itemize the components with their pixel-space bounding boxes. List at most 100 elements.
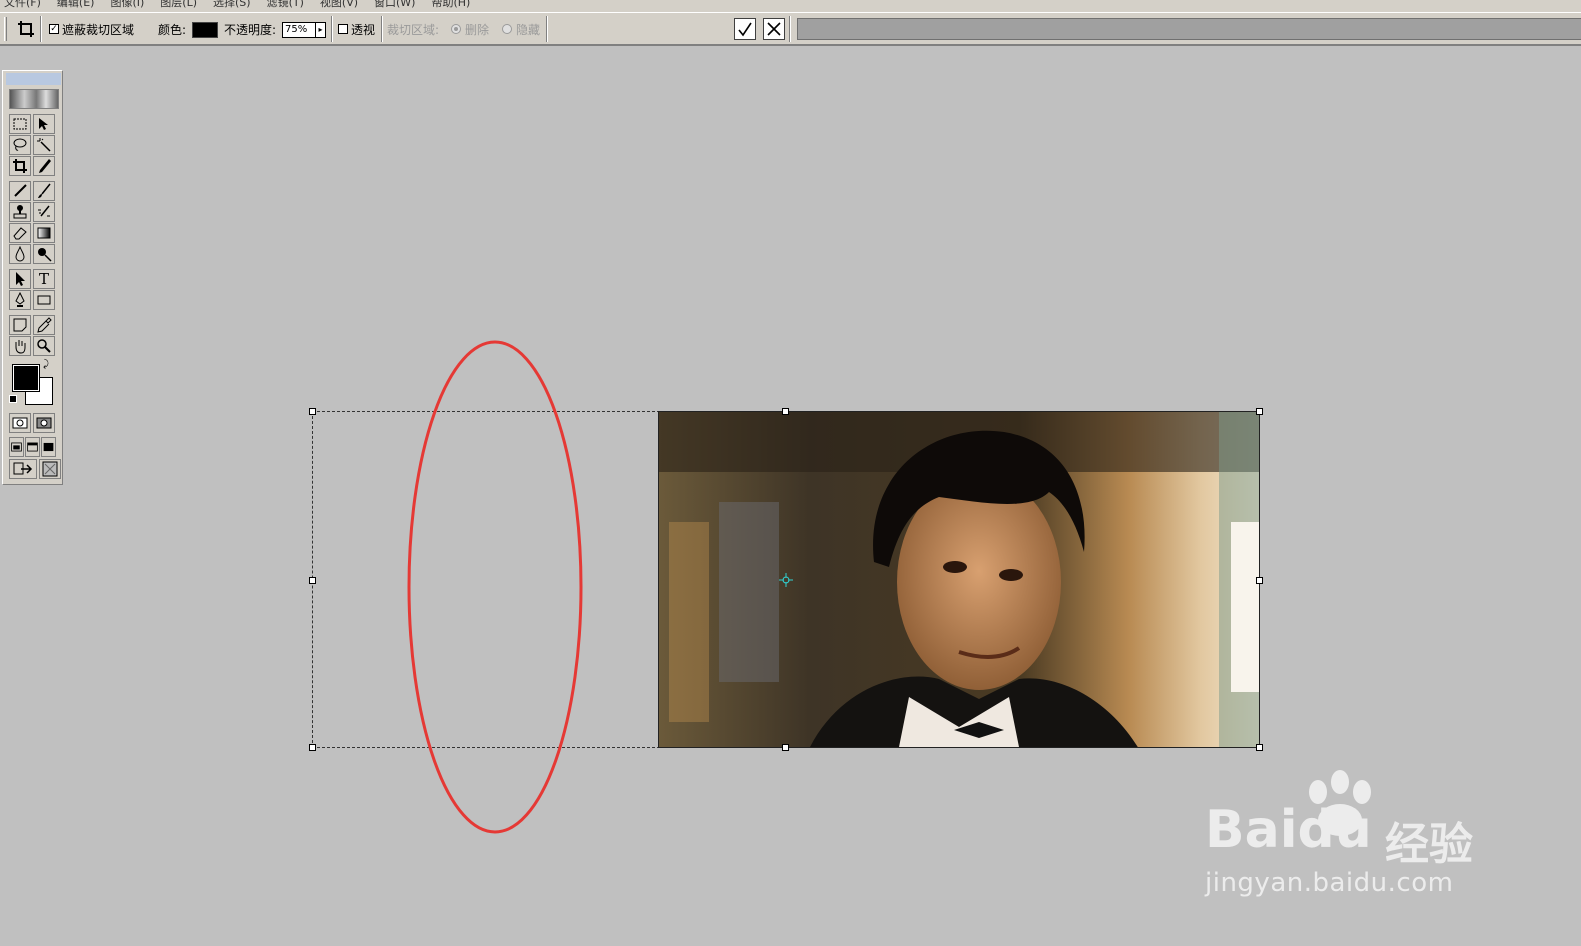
eyedropper-icon (37, 317, 52, 333)
healing-brush-tool[interactable] (9, 181, 31, 201)
menu-file[interactable]: 文件(F) (4, 0, 41, 12)
imageready-button[interactable] (39, 459, 61, 479)
screen-mode-standard[interactable] (9, 437, 24, 457)
cancel-crop-button[interactable] (763, 18, 785, 40)
blur-icon (15, 246, 25, 262)
options-grip[interactable] (4, 17, 7, 41)
crop-handle-top-right[interactable] (1256, 408, 1263, 415)
options-bar: ✓ 遮蔽裁切区域 颜色: 不透明度: 75% ▸ 透视 裁切区域: 删除 隐藏 (0, 12, 1581, 46)
perspective-label: 透视 (351, 23, 376, 37)
eraser-tool[interactable] (9, 223, 31, 243)
history-brush-tool[interactable] (33, 202, 55, 222)
crop-handle-right[interactable] (1256, 577, 1263, 584)
quick-mask-button[interactable] (33, 413, 55, 433)
color-swatches: ⤸ (9, 359, 59, 409)
crop-handle-top-left[interactable] (309, 408, 316, 415)
separator (40, 16, 42, 42)
delete-radio[interactable] (451, 24, 461, 34)
menu-view[interactable]: 视图(V) (320, 0, 358, 12)
dodge-tool[interactable] (33, 244, 55, 264)
screen-mode-full-menu[interactable] (25, 437, 40, 457)
opacity-field[interactable]: 75% ▸ (282, 22, 326, 38)
hand-icon (15, 340, 26, 354)
crop-handle-top[interactable] (782, 408, 789, 415)
shield-checkbox[interactable]: ✓ (49, 24, 59, 34)
toolbox-title-bar[interactable] (6, 73, 61, 85)
standard-mode-icon (12, 417, 28, 429)
blur-tool[interactable] (9, 244, 31, 264)
default-colors-icon[interactable] (9, 395, 17, 403)
magic-wand-tool[interactable] (33, 135, 55, 155)
crop-handle-bottom[interactable] (782, 744, 789, 751)
zoom-tool[interactable] (33, 336, 55, 356)
standard-mode-button[interactable] (9, 413, 31, 433)
crop-icon (18, 21, 34, 37)
separator (331, 16, 333, 42)
crop-center-icon[interactable] (778, 572, 794, 588)
menu-window[interactable]: 窗口(W) (374, 0, 415, 12)
menu-filter[interactable]: 滤镜(T) (267, 0, 304, 12)
lasso-icon (13, 138, 27, 151)
stamp-icon (13, 205, 27, 219)
menu-edit[interactable]: 编辑(E) (57, 0, 95, 12)
notes-icon (13, 318, 27, 332)
crop-tool-preset[interactable] (14, 17, 38, 41)
menu-layer[interactable]: 图层(L) (160, 0, 197, 12)
path-select-tool[interactable] (9, 269, 31, 289)
lasso-tool[interactable] (9, 135, 31, 155)
pen-icon (15, 292, 25, 307)
stamp-tool[interactable] (9, 202, 31, 222)
hide-label: 隐藏 (516, 23, 541, 37)
screen-mode-icon (43, 442, 54, 452)
notes-tool[interactable] (9, 315, 31, 335)
watermark-url: jingyan.baidu.com (1205, 868, 1454, 898)
hand-tool[interactable] (9, 336, 31, 356)
rectangle-tool[interactable] (33, 290, 55, 310)
screen-mode-full[interactable] (41, 437, 56, 457)
jump-to-icon (13, 462, 33, 475)
crop-icon (13, 159, 27, 173)
app-logo-icon[interactable] (9, 89, 59, 109)
move-tool[interactable] (33, 114, 55, 134)
menu-select[interactable]: 选择(S) (213, 0, 251, 12)
slice-tool[interactable] (33, 156, 55, 176)
path-select-icon (16, 272, 25, 286)
annotation-ellipse (407, 340, 583, 834)
eyedropper-tool[interactable] (33, 315, 55, 335)
slice-icon (39, 159, 51, 173)
perspective-checkbox[interactable] (338, 24, 348, 34)
opacity-arrow-icon[interactable]: ▸ (315, 23, 325, 37)
brush-tool[interactable] (33, 181, 55, 201)
hide-radio[interactable] (502, 24, 512, 34)
dodge-icon (38, 248, 52, 262)
crop-tool[interactable] (9, 156, 31, 176)
toolbox: T ⤸ (2, 70, 63, 485)
separator (546, 16, 548, 42)
crop-area-label: 裁切区域: (387, 23, 440, 37)
jump-to-imageready-button[interactable] (9, 459, 37, 479)
imageready-icon (42, 461, 58, 477)
quick-mask-icon (36, 417, 52, 429)
gradient-tool[interactable] (33, 223, 55, 243)
swap-colors-icon[interactable]: ⤸ (43, 359, 49, 370)
separator (789, 16, 791, 42)
screen-mode-icon (27, 442, 38, 452)
crop-handle-bottom-right[interactable] (1256, 744, 1263, 751)
zoom-icon (37, 339, 51, 353)
commit-crop-button[interactable] (734, 18, 756, 40)
pen-tool[interactable] (9, 290, 31, 310)
brush-icon (38, 183, 51, 198)
foreground-color[interactable] (12, 364, 40, 392)
crop-handle-bottom-left[interactable] (309, 744, 316, 751)
shield-color-swatch[interactable] (192, 22, 218, 38)
marquee-icon (13, 118, 27, 130)
portrait-photo (659, 412, 1259, 747)
crop-handle-left[interactable] (309, 577, 316, 584)
marquee-tool[interactable] (9, 114, 31, 134)
menu-help[interactable]: 帮助(H) (431, 0, 470, 12)
gradient-icon (37, 227, 51, 239)
type-tool[interactable]: T (33, 269, 55, 289)
history-brush-icon (38, 205, 50, 217)
menu-image[interactable]: 图像(I) (110, 0, 144, 12)
magic-wand-icon (37, 138, 51, 152)
